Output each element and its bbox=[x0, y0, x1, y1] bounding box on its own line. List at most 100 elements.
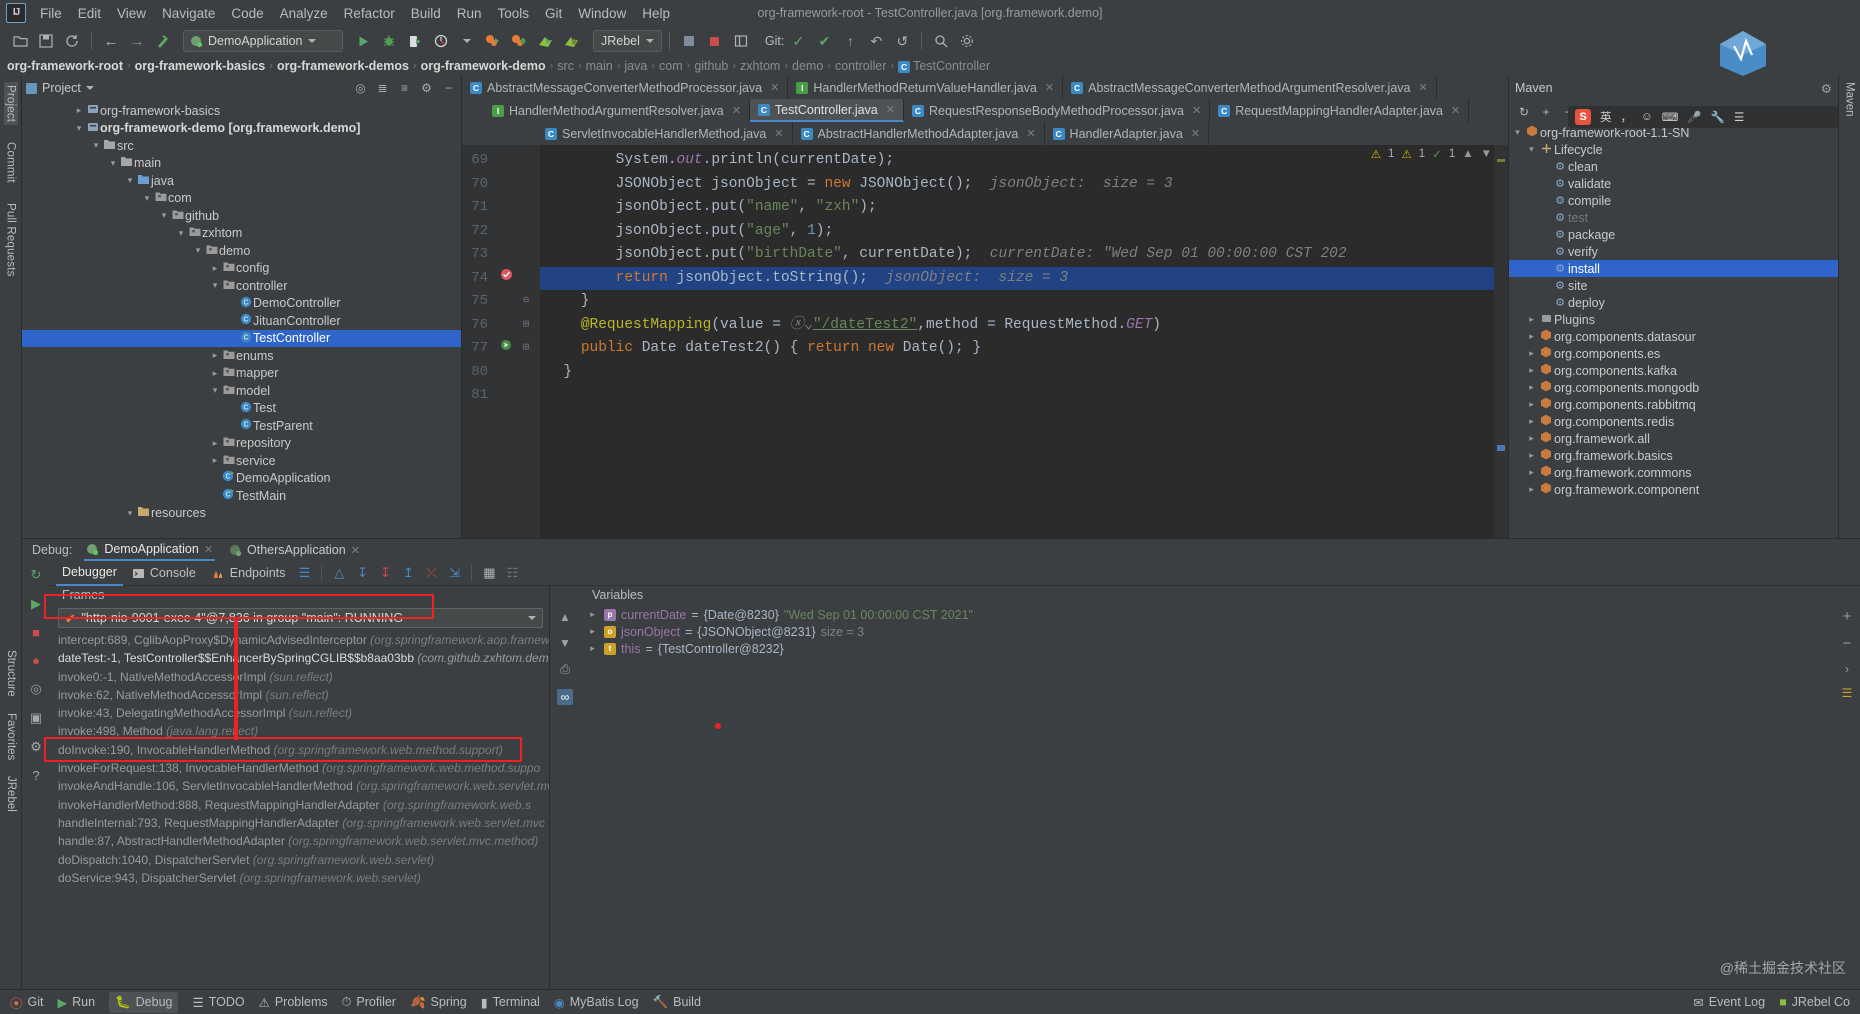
tree-row[interactable]: ▾ demo bbox=[22, 242, 461, 260]
ime-keyboard-icon[interactable]: ⌨ bbox=[1662, 110, 1679, 124]
ime-smiley-icon[interactable]: ☺ bbox=[1641, 111, 1653, 123]
mute-breakpoints-icon[interactable]: ◎ bbox=[30, 681, 41, 697]
tree-row[interactable]: C Test bbox=[22, 400, 461, 418]
tool-window-pull-requests[interactable]: Pull Requests bbox=[4, 200, 18, 280]
editor-tab-abstracthandlermethodadapter-java[interactable]: C AbstractHandlerMethodAdapter.java ✕ bbox=[793, 122, 1045, 145]
tool-window-commit[interactable]: Commit bbox=[4, 139, 18, 186]
maven-row[interactable]: ⚙ validate bbox=[1509, 175, 1838, 192]
maven-reload-icon[interactable]: ↻ bbox=[1515, 103, 1533, 121]
fold-toggle-icon[interactable]: ⊞ bbox=[518, 314, 534, 338]
breadcrumb-item-org-framework-basics[interactable]: org-framework-basics bbox=[132, 59, 269, 73]
tree-row[interactable]: ▾ java bbox=[22, 172, 461, 190]
frame-row[interactable]: handleInternal:793, RequestMappingHandle… bbox=[58, 814, 549, 832]
frame-row[interactable]: invoke:43, DelegatingMethodAccessorImpl … bbox=[58, 704, 549, 722]
git-commit-icon[interactable]: ✔ bbox=[812, 29, 836, 53]
editor-tab-handleradapter-java[interactable]: C HandlerAdapter.java ✕ bbox=[1045, 122, 1210, 145]
code-editor[interactable]: 69 70 71 72 73 74 75 ⊖ 76 ⊞ 77 ⊞ 80 81 System.out.pri… bbox=[462, 145, 1508, 538]
ime-comma-icon[interactable]: ， bbox=[1621, 109, 1633, 125]
breadcrumb-item-github[interactable]: github bbox=[691, 59, 731, 73]
close-icon[interactable]: ✕ bbox=[1026, 127, 1035, 140]
chevron-right-icon[interactable]: ▸ bbox=[73, 105, 85, 116]
gutter-line[interactable]: 77 ⊞ bbox=[462, 337, 540, 361]
tree-row[interactable]: C JituanController bbox=[22, 312, 461, 330]
chevron-right-icon[interactable]: ▸ bbox=[586, 643, 599, 654]
run-to-cursor-icon[interactable]: ⇲ bbox=[444, 565, 464, 581]
frame-row[interactable]: invoke:62, NativeMethodAccessorImpl (sun… bbox=[58, 686, 549, 704]
sogou-icon[interactable]: S bbox=[1575, 109, 1591, 125]
tree-row[interactable]: ▾ resources bbox=[22, 505, 461, 523]
chevron-right-icon[interactable]: ▸ bbox=[1525, 399, 1538, 410]
evaluate-expression-icon[interactable]: ▦ bbox=[479, 565, 499, 581]
code-line[interactable]: jsonObject.put("name", "zxh"); bbox=[540, 196, 1508, 220]
maven-row[interactable]: ▸ org.framework.all bbox=[1509, 430, 1838, 447]
debug-icon[interactable] bbox=[377, 29, 401, 53]
maven-row[interactable]: ▸ org.components.mongodb bbox=[1509, 379, 1838, 396]
frame-row[interactable]: invoke:498, Method (java.lang.reflect) bbox=[58, 722, 549, 740]
gutter-line[interactable]: 69 bbox=[462, 149, 540, 173]
chevron-right-icon[interactable]: ▸ bbox=[209, 368, 221, 379]
gutter-line[interactable]: 71 bbox=[462, 196, 540, 220]
chevron-down-icon[interactable]: ▾ bbox=[209, 385, 221, 396]
close-icon[interactable]: ✕ bbox=[732, 104, 741, 117]
tree-row[interactable]: C TestMain bbox=[22, 487, 461, 505]
tree-row[interactable]: ▸ mapper bbox=[22, 365, 461, 383]
help-icon[interactable]: ? bbox=[32, 768, 39, 783]
thread-selector[interactable]: ✔ "http-nio-9001-exec-4"@7,836 in group … bbox=[58, 608, 543, 628]
open-folder-icon[interactable] bbox=[8, 29, 32, 53]
jrebel-debug-icon[interactable] bbox=[507, 29, 531, 53]
frames-list[interactable]: intercept:689, CglibAopProxy$DynamicAdvi… bbox=[50, 631, 549, 989]
frame-row[interactable]: invokeForRequest:138, InvocableHandlerMe… bbox=[58, 759, 549, 777]
tab-endpoints[interactable]: Endpoints bbox=[205, 561, 292, 586]
resume-program-icon[interactable]: ▶ bbox=[31, 596, 41, 612]
menu-view[interactable]: View bbox=[109, 3, 154, 24]
chevron-up-icon[interactable]: ▲ bbox=[1462, 148, 1473, 160]
chevron-down-icon[interactable]: ▾ bbox=[192, 245, 204, 256]
editor-scrollbar[interactable] bbox=[1494, 145, 1508, 538]
chevron-right-icon[interactable]: ▸ bbox=[1525, 382, 1538, 393]
gear-icon[interactable]: ⚙ bbox=[418, 81, 435, 95]
menu-run[interactable]: Run bbox=[449, 3, 490, 24]
status-todo[interactable]: ☰ TODO bbox=[192, 995, 244, 1010]
settings-gear-icon[interactable] bbox=[955, 29, 979, 53]
gutter-line[interactable]: 74 bbox=[462, 267, 540, 291]
chevron-down-icon[interactable]: ▾ bbox=[141, 193, 153, 204]
hide-icon[interactable]: − bbox=[440, 81, 457, 95]
chevron-right-icon[interactable]: ▸ bbox=[586, 609, 599, 620]
frame-row[interactable]: doService:943, DispatcherServlet (org.sp… bbox=[58, 869, 549, 887]
chevron-right-icon[interactable]: ▸ bbox=[1525, 416, 1538, 427]
frame-row[interactable]: invokeHandlerMethod:888, RequestMappingH… bbox=[58, 796, 549, 814]
chevron-down-icon[interactable]: ▾ bbox=[1511, 127, 1524, 138]
frame-row[interactable]: invoke0:-1, NativeMethodAccessorImpl (su… bbox=[58, 668, 549, 686]
chevron-right-icon[interactable]: ▸ bbox=[1525, 314, 1538, 325]
editor-tab-abstractmessageconvertermethodargumentresolver-java[interactable]: C AbstractMessageConverterMethodArgumentR… bbox=[1063, 76, 1437, 99]
close-icon[interactable]: ✕ bbox=[1451, 104, 1460, 117]
gutter-line[interactable]: 72 bbox=[462, 220, 540, 244]
variables-list[interactable]: ▸ p currentDate = {Date@8230} "Wed Sep 01 00:… bbox=[580, 606, 1834, 989]
status-build[interactable]: 🔨 Build bbox=[653, 995, 701, 1010]
collapse-all-icon[interactable]: ≡ bbox=[396, 81, 413, 95]
sort-variables-icon[interactable]: ☰ bbox=[1842, 686, 1853, 700]
tree-row[interactable]: ▾ zxhtom bbox=[22, 225, 461, 243]
code-line[interactable]: System.out.println(currentDate); bbox=[540, 149, 1508, 173]
tree-row[interactable]: ▾ org-framework-demo [org.framework.demo] bbox=[22, 120, 461, 138]
remove-watch-icon[interactable]: − bbox=[1843, 635, 1852, 652]
chevron-right-icon[interactable]: ▸ bbox=[586, 626, 599, 637]
status-jrebel-console[interactable]: ■ JRebel Co bbox=[1779, 995, 1850, 1009]
close-icon[interactable]: ✕ bbox=[1191, 127, 1200, 140]
inspection-summary[interactable]: ⚠ 1 ⚠ 1 ✓ 1 ▲ ▼ bbox=[1371, 147, 1492, 161]
force-step-into-icon[interactable]: ⤫ bbox=[421, 565, 441, 581]
gutter-line[interactable]: 76 ⊞ bbox=[462, 314, 540, 338]
menu-file[interactable]: File bbox=[32, 3, 70, 24]
chevron-right-icon[interactable]: ▸ bbox=[1525, 433, 1538, 444]
breakpoint-icon[interactable] bbox=[494, 267, 518, 291]
chevron-right-icon[interactable]: ▸ bbox=[209, 263, 221, 274]
gear-icon[interactable]: ⚙ bbox=[1821, 81, 1832, 96]
frame-row-current[interactable]: dateTest:-1, TestController$$EnhancerByS… bbox=[58, 649, 549, 667]
maven-row[interactable]: ▸ org.framework.component bbox=[1509, 481, 1838, 498]
chevron-down-icon[interactable] bbox=[645, 39, 654, 43]
project-tree[interactable]: ▸ org-framework-basics ▾ org-framework-demo… bbox=[22, 100, 461, 538]
run-icon[interactable] bbox=[351, 29, 375, 53]
maven-row[interactable]: ⚙ package bbox=[1509, 226, 1838, 243]
move-up-icon[interactable]: ▲ bbox=[559, 610, 571, 624]
breadcrumb-item-java[interactable]: java bbox=[621, 59, 650, 73]
